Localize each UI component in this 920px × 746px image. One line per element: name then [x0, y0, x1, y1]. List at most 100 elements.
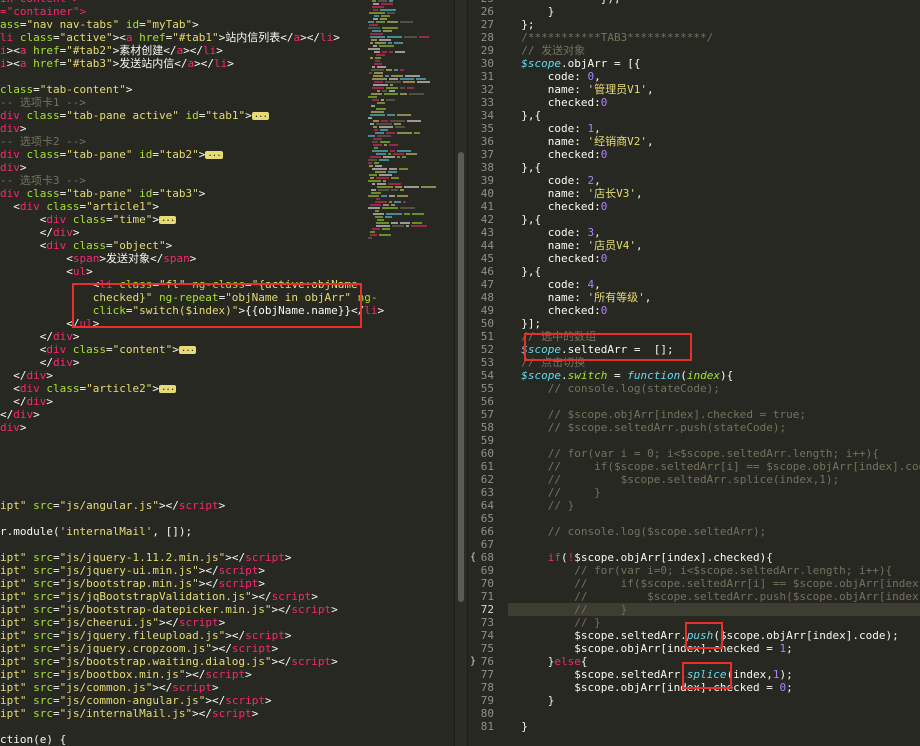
- code-line[interactable]: // 点击切换: [508, 356, 920, 369]
- code-line[interactable]: // if($scope.seltedArr[i] == $scope.objA…: [508, 577, 920, 590]
- minimap[interactable]: [364, 0, 454, 250]
- code-line[interactable]: ipt" src="js/common-angular.js"></script…: [0, 694, 454, 707]
- code-line[interactable]: checked:0: [508, 304, 920, 317]
- code-line[interactable]: name: '所有等级',: [508, 291, 920, 304]
- code-line[interactable]: ipt" src="js/bootbox.min.js"></script>: [0, 668, 454, 681]
- code-line[interactable]: [508, 512, 920, 525]
- code-line[interactable]: [0, 512, 454, 525]
- code-line[interactable]: [0, 447, 454, 460]
- code-line[interactable]: if(!$scope.objArr[index].checked){: [508, 551, 920, 564]
- code-line[interactable]: <li class="fl" ng-class="{active:objName…: [0, 278, 454, 291]
- code-line[interactable]: [508, 707, 920, 720]
- fold-ellipsis-icon[interactable]: ...: [158, 215, 177, 224]
- code-line[interactable]: },{: [508, 161, 920, 174]
- code-line[interactable]: $scope.switch = function(index){: [508, 369, 920, 382]
- code-line[interactable]: // console.log($scope.seltedArr);: [508, 525, 920, 538]
- code-line[interactable]: code: 4,: [508, 278, 920, 291]
- code-line[interactable]: }: [508, 5, 920, 18]
- code-line[interactable]: ipt" src="js/angular.js"></script>: [0, 499, 454, 512]
- code-line[interactable]: name: '店长V3',: [508, 187, 920, 200]
- code-line[interactable]: code: 3,: [508, 226, 920, 239]
- code-line[interactable]: ipt" src="js/internalMail.js"></script>: [0, 707, 454, 720]
- code-line[interactable]: ipt" src="js/jquery.fileupload.js"></scr…: [0, 629, 454, 642]
- code-line[interactable]: ipt" src="js/bootstrap.waiting.dialog.js…: [0, 655, 454, 668]
- code-line[interactable]: // }: [508, 499, 920, 512]
- code-line[interactable]: $scope.objArr = [{: [508, 57, 920, 70]
- code-line[interactable]: // 发送对象: [508, 44, 920, 57]
- code-line[interactable]: div>: [0, 421, 454, 434]
- code-line[interactable]: checked:0: [508, 96, 920, 109]
- fold-marker-icon[interactable]: {: [470, 551, 476, 564]
- code-line[interactable]: },{: [508, 109, 920, 122]
- code-line[interactable]: name: '管理员V1',: [508, 83, 920, 96]
- code-line[interactable]: </ul>: [0, 317, 454, 330]
- right-code-area[interactable]: }); } }; /***********TAB3************/ /…: [508, 0, 920, 733]
- code-line[interactable]: <ul>: [0, 265, 454, 278]
- code-line[interactable]: [508, 538, 920, 551]
- code-line[interactable]: <div class="article2">...: [0, 382, 454, 395]
- code-line[interactable]: // $scope.seltedArr.splice(index,1);: [508, 473, 920, 486]
- code-line[interactable]: ipt" src="js/jqBootstrapValidation.js"><…: [0, 590, 454, 603]
- fold-ellipsis-icon[interactable]: ...: [158, 384, 177, 393]
- code-line[interactable]: </div>: [0, 408, 454, 421]
- code-line[interactable]: };: [508, 18, 920, 31]
- code-line[interactable]: [508, 434, 920, 447]
- code-line[interactable]: name: '经销商V2',: [508, 135, 920, 148]
- code-line[interactable]: // for(var i=0; i<$scope.seltedArr.lengt…: [508, 564, 920, 577]
- code-line[interactable]: // if($scope.seltedArr[i] == $scope.objA…: [508, 460, 920, 473]
- code-line[interactable]: ipt" src="js/jquery-ui.min.js"></script>: [0, 564, 454, 577]
- code-line[interactable]: // $scope.objArr[index].checked = true;: [508, 408, 920, 421]
- code-line[interactable]: }else{: [508, 655, 920, 668]
- code-line[interactable]: ipt" src="js/cheerui.js"></script>: [0, 616, 454, 629]
- fold-ellipsis-icon[interactable]: ...: [205, 150, 223, 159]
- code-line[interactable]: }];: [508, 317, 920, 330]
- code-line[interactable]: },{: [508, 213, 920, 226]
- code-line[interactable]: // $scope.seltedArr.push($scope.objArr[i…: [508, 590, 920, 603]
- code-line[interactable]: }: [508, 694, 920, 707]
- code-line[interactable]: ction(e) {: [0, 733, 454, 746]
- code-line[interactable]: // for(var i = 0; i<$scope.seltedArr.len…: [508, 447, 920, 460]
- code-line[interactable]: <span>发送对象</span>: [0, 252, 454, 265]
- code-line[interactable]: ipt" src="js/common.js"></script>: [0, 681, 454, 694]
- code-line[interactable]: $scope.objArr[index].checked = 1;: [508, 642, 920, 655]
- code-line[interactable]: // 选中的数组: [508, 330, 920, 343]
- code-line[interactable]: checked:0: [508, 252, 920, 265]
- code-line[interactable]: checked}" ng-repeat="objName in objArr" …: [0, 291, 454, 304]
- code-line[interactable]: </div>: [0, 356, 454, 369]
- code-line[interactable]: r.module('internalMail', []);: [0, 525, 454, 538]
- code-line[interactable]: // }: [508, 486, 920, 499]
- code-line[interactable]: $scope.seltedArr.splice(index,1);: [508, 668, 920, 681]
- code-line[interactable]: checked:0: [508, 200, 920, 213]
- code-line[interactable]: $scope.objArr[index].checked = 0;: [508, 681, 920, 694]
- code-line[interactable]: </div>: [0, 395, 454, 408]
- code-line[interactable]: name: '店员V4',: [508, 239, 920, 252]
- code-line[interactable]: ipt" src="js/jquery.cropzoom.js"></scrip…: [0, 642, 454, 655]
- code-line[interactable]: // console.log(stateCode);: [508, 382, 920, 395]
- code-line[interactable]: $scope.seltedArr.push($scope.objArr[inde…: [508, 629, 920, 642]
- code-line[interactable]: /***********TAB3************/: [508, 31, 920, 44]
- code-line[interactable]: <div class="content">...: [0, 343, 454, 356]
- code-line[interactable]: $scope.seltedArr = [];: [508, 343, 920, 356]
- fold-ellipsis-icon[interactable]: ...: [251, 111, 269, 120]
- code-line[interactable]: checked:0: [508, 148, 920, 161]
- code-line[interactable]: code: 2,: [508, 174, 920, 187]
- code-line[interactable]: [0, 486, 454, 499]
- right-editor-pane[interactable]: 2526272829303132333435363738394041424344…: [468, 0, 920, 746]
- code-line[interactable]: }: [508, 720, 920, 733]
- fold-marker-icon[interactable]: }: [470, 655, 476, 668]
- code-line[interactable]: // }: [508, 603, 920, 616]
- code-line[interactable]: ipt" src="js/jquery-1.11.2.min.js"></scr…: [0, 551, 454, 564]
- code-line[interactable]: </div>: [0, 330, 454, 343]
- code-line[interactable]: [508, 395, 920, 408]
- code-line[interactable]: [0, 538, 454, 551]
- code-line[interactable]: </div>: [0, 369, 454, 382]
- code-line[interactable]: [0, 720, 454, 733]
- code-line[interactable]: ipt" src="js/bootstrap-datepicker.min.js…: [0, 603, 454, 616]
- fold-ellipsis-icon[interactable]: ...: [178, 345, 197, 354]
- code-line[interactable]: [0, 473, 454, 486]
- code-line[interactable]: code: 0,: [508, 70, 920, 83]
- code-line[interactable]: // }: [508, 616, 920, 629]
- scrollbar-thumb[interactable]: [458, 152, 464, 602]
- left-pane-scrollbar[interactable]: [454, 0, 468, 746]
- code-line[interactable]: click="switch($index)">{{objName.name}}<…: [0, 304, 454, 317]
